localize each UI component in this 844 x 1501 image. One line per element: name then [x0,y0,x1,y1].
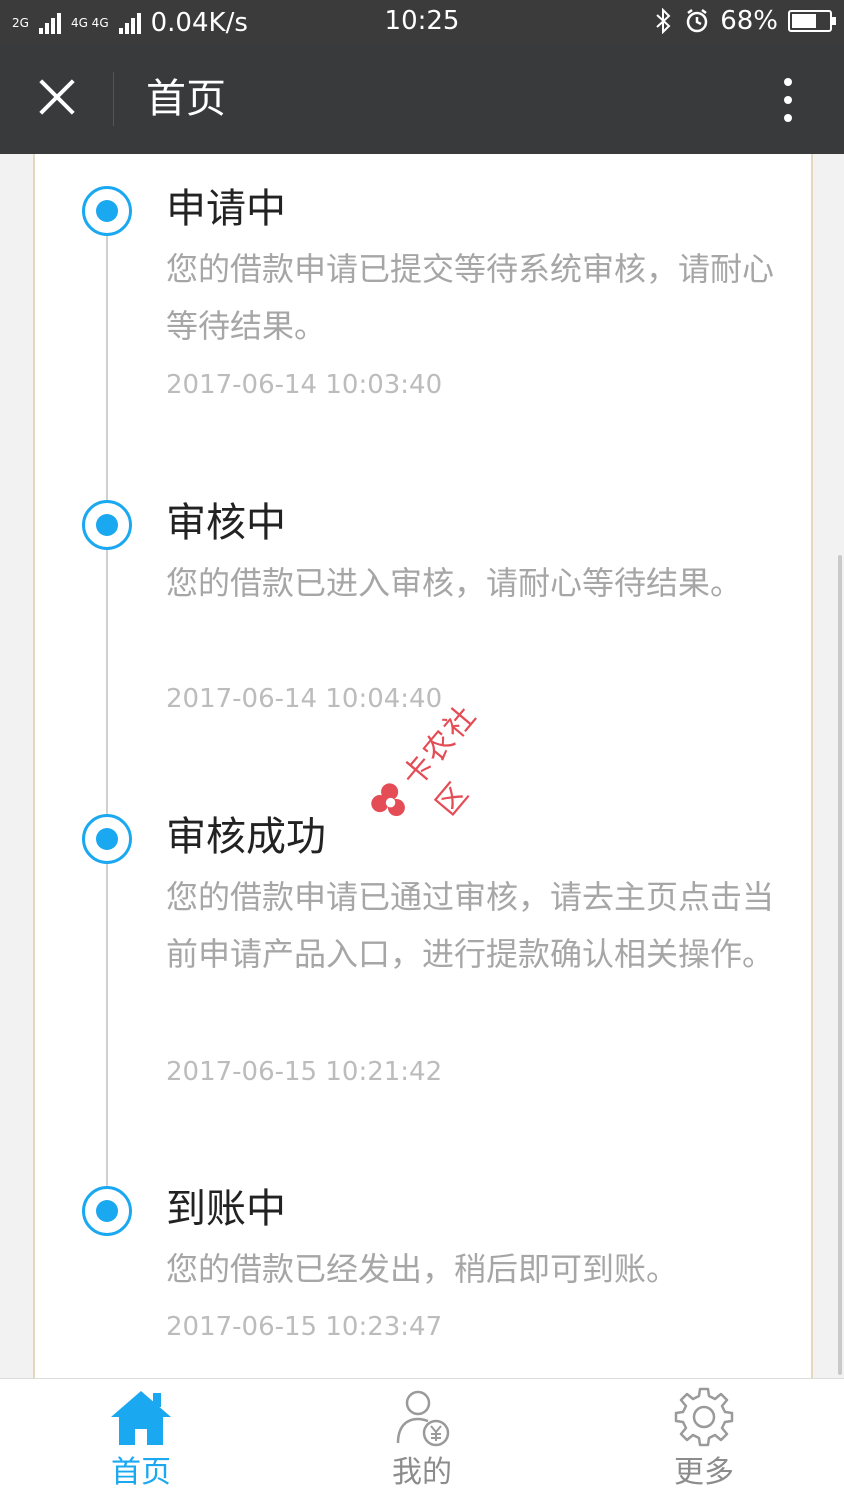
more-options-button[interactable] [770,72,806,128]
step-timestamp: 2017-06-14 10:03:40 [166,370,443,400]
alarm-icon [686,9,708,33]
timeline-dot-icon [82,186,132,236]
tab-label: 更多 [674,1455,734,1490]
step-title: 审核中 [166,500,286,546]
step-description: 您的借款已进入审核，请耐心等待结果。 [166,564,743,602]
battery-percent: 68% [720,6,778,36]
battery-fill [792,14,817,28]
close-button[interactable] [26,66,88,128]
battery-icon [788,10,836,32]
step-timestamp: 2017-06-15 10:23:47 [166,1312,443,1342]
bluetooth-icon [656,8,671,34]
timeline-dot-icon [82,1186,132,1236]
page-title: 首页 [146,76,226,122]
navbar: 首页 [0,44,844,154]
home-icon [111,1391,171,1445]
gear-icon [674,1387,734,1447]
timeline-dot-icon [82,500,132,550]
tab-label: 我的 [392,1455,452,1490]
tab-mine[interactable]: 我的 [281,1379,563,1501]
step-title: 申请中 [166,186,286,232]
step-description: 您的借款已经发出，稍后即可到账。 [166,1250,679,1288]
main-content[interactable]: 申请中 您的借款申请已提交等待系统审核，请耐心等待结果。 2017-06-14 … [0,154,844,1378]
status-bar: 2G 4G 4G 0.04K/s 10:25 68% [0,0,844,44]
step-description: 您的借款申请已提交等待系统审核，请耐心等待结果。 [166,250,775,345]
step-timestamp: 2017-06-15 10:21:42 [166,1057,443,1087]
timeline-line [106,210,108,1220]
navbar-divider [113,72,114,126]
scrollbar[interactable] [838,555,842,1375]
tab-home[interactable]: 首页 [0,1379,282,1501]
step-title: 审核成功 [166,814,326,860]
timeline-dot-icon [82,814,132,864]
tab-more[interactable]: 更多 [563,1379,844,1501]
tab-label: 首页 [111,1455,171,1490]
status-right: 68% [654,6,836,36]
user-yuan-icon [396,1390,450,1447]
step-description: 您的借款申请已通过审核，请去主页点击当前申请产品入口，进行提款确认相关操作。 [166,878,775,973]
bottom-tab-bar: 首页 我的 更多 [0,1378,844,1501]
step-title: 到账中 [166,1186,286,1232]
